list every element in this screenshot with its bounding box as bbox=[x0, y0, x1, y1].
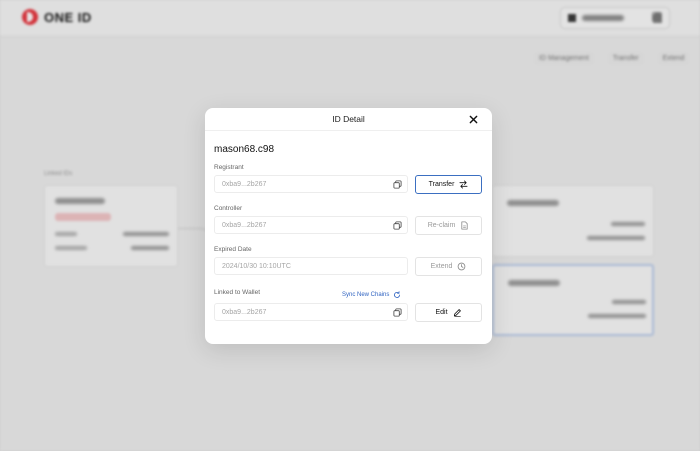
close-button[interactable] bbox=[467, 113, 479, 125]
controller-value: 0xba9...2b267 bbox=[222, 221, 267, 229]
extend-button[interactable]: Extend bbox=[415, 257, 482, 276]
reclaim-button-label: Re-claim bbox=[427, 222, 456, 229]
id-name: mason68.c98 bbox=[214, 144, 275, 155]
linked-wallet-label: Linked to Wallet bbox=[214, 289, 261, 296]
extend-button-label: Extend bbox=[430, 263, 453, 270]
copy-icon[interactable] bbox=[393, 221, 402, 230]
expired-date-field: 2024/10/30 10:10UTC bbox=[214, 257, 408, 275]
linked-wallet-value: 0xba9...2b267 bbox=[222, 308, 267, 316]
sync-new-chains-label: Sync New Chains bbox=[342, 292, 390, 298]
close-icon bbox=[469, 115, 477, 123]
clock-icon bbox=[458, 262, 466, 271]
controller-label: Controller bbox=[214, 205, 243, 212]
transfer-arrows-icon bbox=[459, 180, 468, 189]
sync-new-chains-link[interactable]: Sync New Chains bbox=[342, 291, 401, 299]
registrant-value: 0xba9...2b267 bbox=[222, 180, 267, 188]
registrant-field: 0xba9...2b267 bbox=[214, 175, 408, 193]
linked-wallet-field: 0xba9...2b267 bbox=[214, 303, 408, 321]
transfer-button-label: Transfer bbox=[428, 181, 455, 188]
edit-button[interactable]: Edit bbox=[415, 303, 482, 322]
pencil-icon bbox=[453, 309, 461, 317]
expired-date-value: 2024/10/30 10:10UTC bbox=[222, 262, 291, 270]
controller-field: 0xba9...2b267 bbox=[214, 216, 408, 234]
id-detail-modal: ID Detail mason68.c98 Registrant 0xba9..… bbox=[205, 108, 492, 344]
reclaim-button[interactable]: Re-claim bbox=[415, 216, 482, 235]
copy-icon[interactable] bbox=[393, 308, 402, 317]
edit-button-label: Edit bbox=[435, 309, 448, 316]
refresh-icon bbox=[394, 291, 401, 298]
document-icon bbox=[461, 221, 468, 230]
expired-date-label: Expired Date bbox=[214, 246, 252, 253]
registrant-label: Registrant bbox=[214, 164, 244, 171]
modal-header: ID Detail bbox=[205, 108, 492, 131]
copy-icon[interactable] bbox=[393, 180, 402, 189]
transfer-button[interactable]: Transfer bbox=[415, 175, 482, 194]
modal-title: ID Detail bbox=[332, 114, 365, 124]
